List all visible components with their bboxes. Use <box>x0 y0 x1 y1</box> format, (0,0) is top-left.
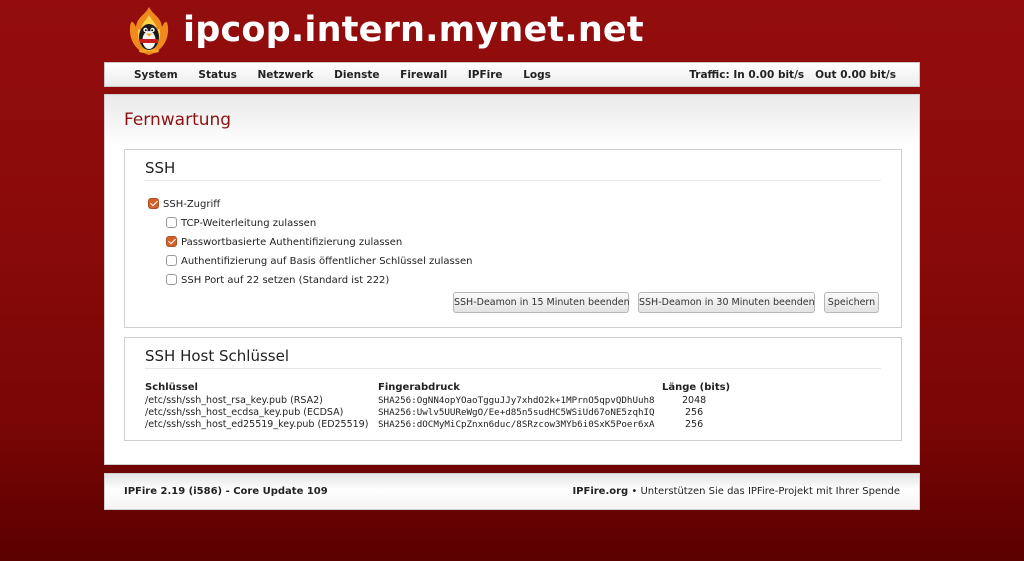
key-fingerprint: SHA256:dOCMyMiCpZnxn6duc/8SRzcow3MYb6i0S… <box>378 419 655 430</box>
column-header-fingerprint: Fingerabdruck <box>378 382 460 393</box>
key-fingerprint: SHA256:OgNN4opYOaoTgguJJy7xhdO2k+1MPrnO5… <box>378 395 655 406</box>
key-fingerprint: SHA256:Uwlv5UUReWgO/Ee+d85n5sudHC5WSiUd6… <box>378 407 655 418</box>
nav-netzwerk[interactable]: Netzwerk <box>257 69 313 81</box>
key-length: 256 <box>685 407 704 418</box>
nav-firewall[interactable]: Firewall <box>400 69 447 81</box>
nav-logs[interactable]: Logs <box>523 69 551 81</box>
section-divider <box>145 368 881 369</box>
ssh-access-checkbox[interactable] <box>148 198 159 209</box>
main-navigation: System Status Netzwerk Dienste Firewall … <box>104 62 920 87</box>
footer-support: IPFire.org • Unterstützen Sie das IPFire… <box>572 486 900 497</box>
traffic-status: Traffic: In 0.00 bit/s Out 0.00 bit/s <box>689 69 896 81</box>
nav-ipfire[interactable]: IPFire <box>468 69 503 81</box>
option-ssh-access[interactable]: SSH-Zugriff <box>148 198 220 210</box>
pubkey-auth-checkbox[interactable] <box>166 255 177 266</box>
key-length: 2048 <box>682 395 707 406</box>
tcp-forwarding-checkbox[interactable] <box>166 217 177 228</box>
option-label: Authentifizierung auf Basis öffentlicher… <box>181 256 473 267</box>
ipfire-org-link[interactable]: IPFire.org <box>572 486 628 497</box>
port-22-checkbox[interactable] <box>166 274 177 285</box>
stop-ssh-15min-button[interactable]: SSH-Deamon in 15 Minuten beenden <box>453 292 630 313</box>
option-label: Passwortbasierte Authentifizierung zulas… <box>181 237 403 248</box>
option-label: TCP-Weiterleitung zulassen <box>181 218 317 229</box>
main-content: Fernwartung SSH SSH-Zugriff TCP-Weiterle… <box>104 94 920 465</box>
nav-status[interactable]: Status <box>198 69 236 81</box>
key-path: /etc/ssh/ssh_host_ecdsa_key.pub (ECDSA) <box>145 407 344 418</box>
header: ipcop.intern.mynet.net <box>0 0 1024 60</box>
host-keys-box: SSH Host Schlüssel Schlüssel Fingerabdru… <box>124 337 902 441</box>
key-path: /etc/ssh/ssh_host_ed25519_key.pub (ED255… <box>145 419 369 430</box>
footer: IPFire 2.19 (i586) - Core Update 109 IPF… <box>104 473 920 510</box>
ssh-section-title: SSH <box>145 159 176 177</box>
option-pubkey-auth[interactable]: Authentifizierung auf Basis öffentlicher… <box>166 255 472 267</box>
stop-ssh-30min-button[interactable]: SSH-Deamon in 30 Minuten beenden <box>638 292 815 313</box>
option-label: SSH-Zugriff <box>163 199 221 210</box>
option-label: SSH Port auf 22 setzen (Standard ist 222… <box>181 275 390 286</box>
ssh-settings-box: SSH SSH-Zugriff TCP-Weiterleitung zulass… <box>124 149 902 328</box>
host-keys-title: SSH Host Schlüssel <box>145 347 289 365</box>
column-header-length: Länge (bits) <box>662 382 731 393</box>
key-length: 256 <box>685 419 704 430</box>
nav-system[interactable]: System <box>134 69 178 81</box>
nav-dienste[interactable]: Dienste <box>334 69 379 81</box>
ipfire-logo-icon <box>129 7 169 55</box>
option-tcp-forwarding[interactable]: TCP-Weiterleitung zulassen <box>166 217 316 229</box>
key-path: /etc/ssh/ssh_host_rsa_key.pub (RSA2) <box>145 395 323 406</box>
support-text: • Unterstützen Sie das IPFire-Projekt mi… <box>628 486 900 497</box>
section-divider <box>145 180 881 181</box>
column-header-key: Schlüssel <box>145 382 198 393</box>
option-password-auth[interactable]: Passwortbasierte Authentifizierung zulas… <box>166 236 402 248</box>
password-auth-checkbox[interactable] <box>166 236 177 247</box>
hostname-title: ipcop.intern.mynet.net <box>183 10 644 50</box>
page-title: Fernwartung <box>124 110 232 130</box>
option-port-22[interactable]: SSH Port auf 22 setzen (Standard ist 222… <box>166 274 389 286</box>
save-button[interactable]: Speichern <box>824 292 879 313</box>
version-info: IPFire 2.19 (i586) - Core Update 109 <box>124 486 328 497</box>
